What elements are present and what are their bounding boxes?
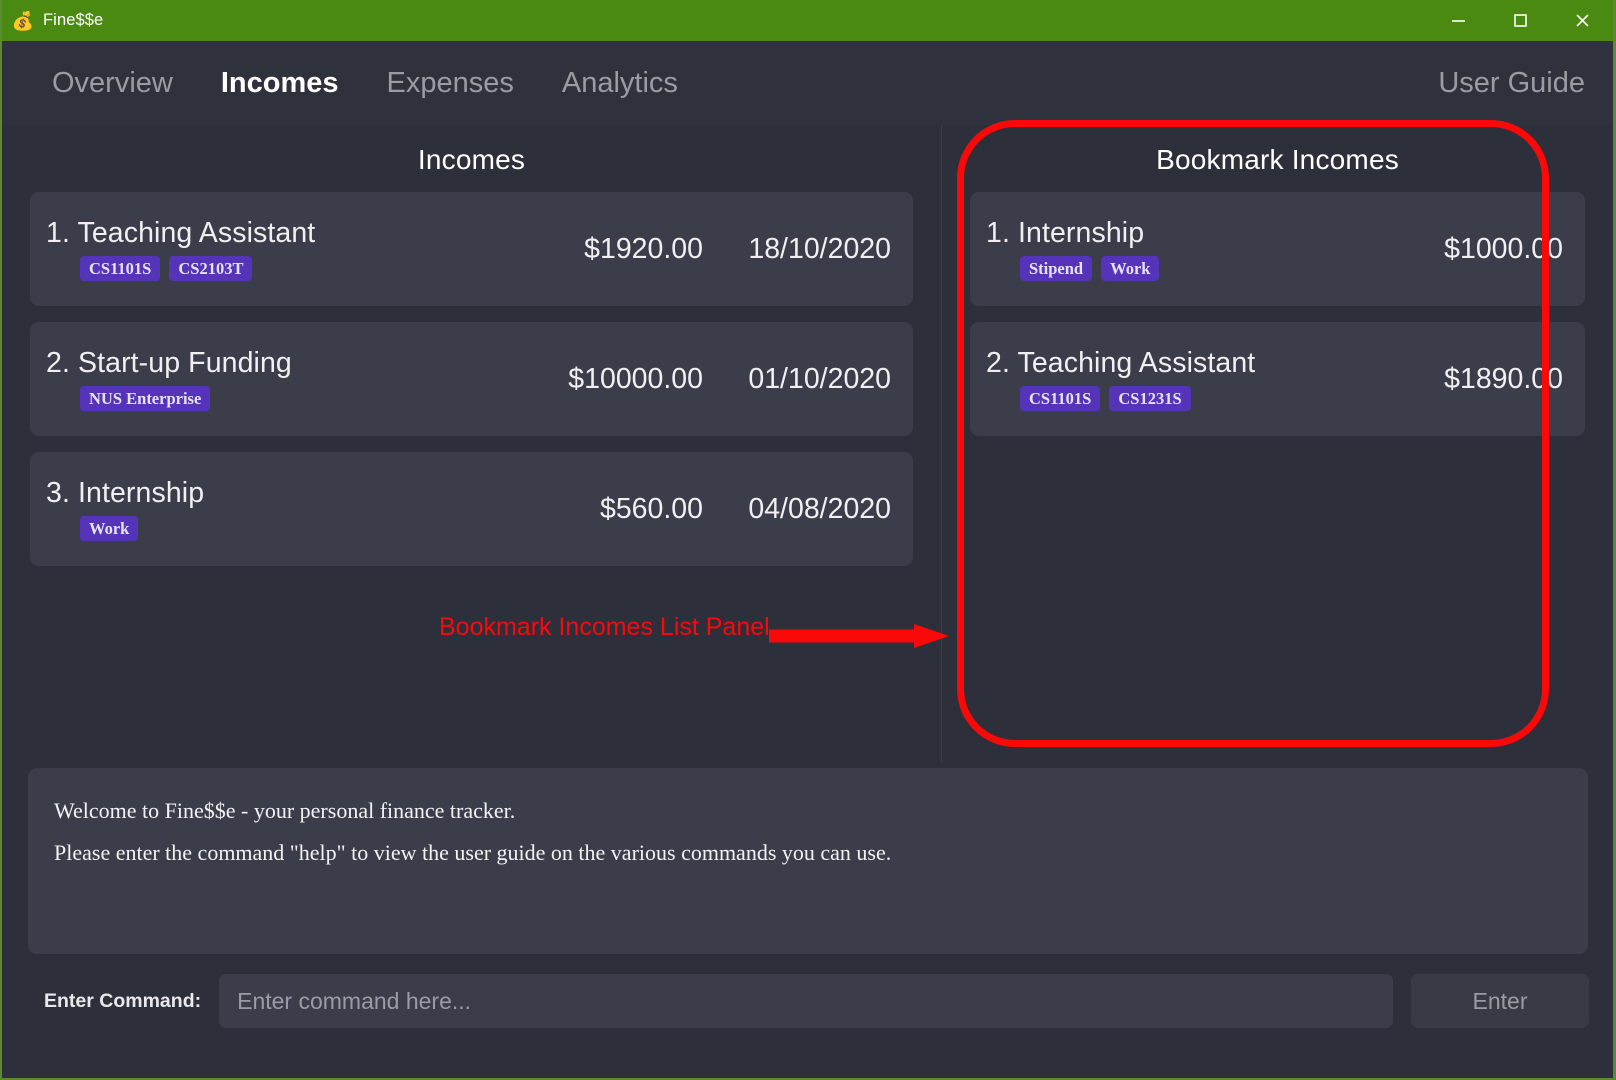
tab-analytics[interactable]: Analytics — [538, 67, 702, 100]
incomes-panel-title: Incomes — [417, 144, 526, 175]
income-card-date: 01/10/2020 — [748, 362, 891, 395]
tag-pill: CS1101S — [80, 255, 161, 282]
minimize-button[interactable] — [1427, 0, 1489, 41]
command-input[interactable] — [219, 974, 1393, 1028]
bookmark-card-amount: $1000.00 — [1444, 232, 1563, 265]
bookmark-panel-title: Bookmark Incomes — [1156, 144, 1399, 175]
money-bag-icon: 💰 — [11, 10, 35, 31]
bookmark-card-main: 1. Internship Stipend Work — [986, 217, 1363, 282]
tab-expenses[interactable]: Expenses — [363, 67, 538, 100]
income-card-tags: Work — [46, 515, 493, 542]
bookmark-card-main: 2. Teaching Assistant CS1101S CS1231S — [986, 347, 1363, 412]
bookmark-incomes-list-panel: Bookmark Incomes 1. Internship Stipend W… — [942, 125, 1613, 762]
title-bar-left: 💰 Fine$$e — [2, 10, 103, 32]
income-card-date: 04/08/2020 — [748, 492, 891, 525]
bookmark-card-tags: Stipend Work — [986, 255, 1363, 282]
bookmark-card-tags: CS1101S CS1231S — [986, 385, 1363, 412]
tag-pill: CS1231S — [1109, 385, 1191, 412]
income-card-tags: NUS Enterprise — [46, 385, 493, 412]
bookmark-card-title: 1. Internship — [986, 216, 1145, 249]
income-card-amount: $10000.00 — [568, 362, 703, 395]
enter-button[interactable]: Enter — [1411, 974, 1589, 1028]
window-controls — [1427, 0, 1613, 41]
tag-pill: CS1101S — [1020, 385, 1101, 412]
income-card-date: 18/10/2020 — [748, 232, 891, 265]
application-window: 💰 Fine$$e Overview Incomes Expenses Anal… — [0, 0, 1616, 1080]
income-card-title: 2. Start-up Funding — [46, 346, 292, 379]
incomes-list-panel: Incomes 1. Teaching Assistant CS1101S CS… — [2, 125, 942, 762]
income-card-main: 3. Internship Work — [46, 477, 493, 542]
nav-tabs: Overview Incomes Expenses Analytics — [2, 67, 702, 100]
tag-pill: Stipend — [1020, 255, 1093, 282]
tag-pill: CS2103T — [169, 255, 253, 282]
income-card[interactable]: 2. Start-up Funding NUS Enterprise $1000… — [30, 322, 913, 436]
income-card-title: 1. Teaching Assistant — [46, 216, 316, 249]
income-card[interactable]: 3. Internship Work $560.00 04/08/2020 — [30, 452, 913, 566]
bookmark-income-card[interactable]: 1. Internship Stipend Work $1000.00 — [970, 192, 1585, 306]
nav-right: User Guide — [1438, 67, 1613, 100]
app-title: Fine$$e — [43, 11, 104, 29]
tab-overview[interactable]: Overview — [28, 67, 197, 100]
command-bar: Enter Command: Enter — [2, 966, 1613, 1036]
income-card-amount: $560.00 — [599, 492, 703, 525]
tab-incomes[interactable]: Incomes — [197, 67, 363, 100]
income-card-amount: $1920.00 — [584, 232, 703, 265]
income-card-tags: CS1101S CS2103T — [46, 255, 493, 282]
result-line: Welcome to Fine$$e - your personal finan… — [54, 798, 516, 823]
user-guide-link[interactable]: User Guide — [1438, 67, 1585, 100]
income-card-main: 2. Start-up Funding NUS Enterprise — [46, 347, 493, 412]
bookmark-card-amount: $1890.00 — [1444, 362, 1563, 395]
bookmark-income-card[interactable]: 2. Teaching Assistant CS1101S CS1231S $1… — [970, 322, 1585, 436]
incomes-card-list: 1. Teaching Assistant CS1101S CS2103T $1… — [2, 192, 941, 566]
maximize-button[interactable] — [1489, 0, 1551, 41]
close-button[interactable] — [1551, 0, 1613, 41]
income-card-main: 1. Teaching Assistant CS1101S CS2103T — [46, 217, 493, 282]
income-card[interactable]: 1. Teaching Assistant CS1101S CS2103T $1… — [30, 192, 913, 306]
tag-pill: NUS Enterprise — [80, 385, 211, 412]
title-bar: 💰 Fine$$e — [2, 0, 1613, 41]
bookmark-card-title: 2. Teaching Assistant — [986, 346, 1256, 379]
tag-pill: Work — [80, 515, 139, 542]
income-card-title: 3. Internship — [46, 476, 205, 509]
lists-region: Incomes 1. Teaching Assistant CS1101S CS… — [2, 125, 1613, 762]
navigation-bar: Overview Incomes Expenses Analytics User… — [2, 41, 1613, 125]
tag-pill: Work — [1101, 255, 1160, 282]
command-label: Enter Command: — [44, 989, 202, 1012]
result-line: Please enter the command "help" to view … — [54, 839, 892, 865]
result-display-box: Welcome to Fine$$e - your personal finan… — [28, 768, 1588, 954]
bookmark-card-list: 1. Internship Stipend Work $1000.00 2. T… — [942, 192, 1613, 436]
